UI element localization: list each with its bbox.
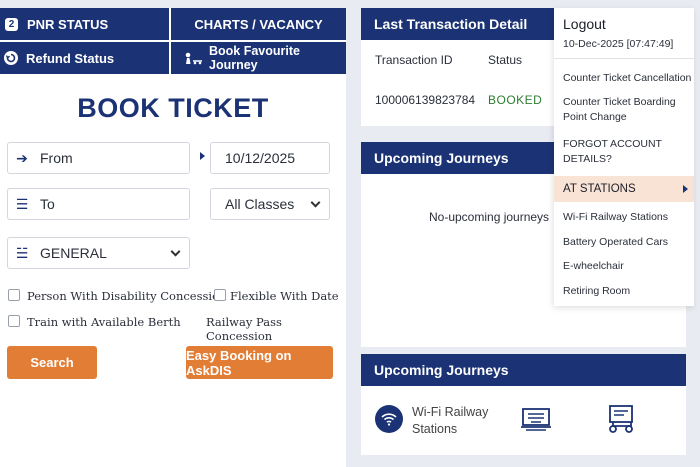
status-header: Status: [488, 53, 523, 67]
upcoming-journeys-services-header: Upcoming Journeys: [361, 354, 686, 386]
flexible-date-label: Flexible With Date: [230, 289, 339, 303]
chevron-down-icon: [310, 197, 321, 208]
menu-item-forgot-account-details[interactable]: FORGOT ACCOUNT DETAILS?: [563, 137, 693, 167]
quota-select-value: GENERAL: [40, 245, 107, 261]
no-upcoming-journeys-text: No-upcoming journeys: [429, 210, 550, 224]
refund-status-button[interactable]: Refund Status: [0, 42, 169, 74]
menu-item-counter-ticket-cancellation[interactable]: Counter Ticket Cancellation: [563, 71, 693, 86]
ticket-machine-icon[interactable]: [520, 406, 552, 437]
journey-date-input[interactable]: 10/12/2025: [210, 142, 330, 174]
list-icon: ☰: [15, 195, 29, 212]
book-favourite-journey-button[interactable]: Book Favourite Journey: [171, 42, 346, 74]
book-ticket-panel: 2 PNR STATUS CHARTS / VACANCY Refund Sta…: [0, 8, 346, 467]
from-station-input[interactable]: ➔ From: [7, 142, 190, 174]
charts-vacancy-label: CHARTS / VACANCY: [194, 16, 323, 32]
menu-item-battery-operated-cars[interactable]: Battery Operated Cars: [563, 235, 693, 250]
caret-right-icon: [200, 152, 205, 160]
battery-car-icon[interactable]: [605, 404, 637, 439]
quota-select[interactable]: ☱ GENERAL: [7, 237, 190, 269]
submenu-arrow-icon: [683, 185, 688, 193]
menu-item-retiring-room[interactable]: Retiring Room: [563, 284, 693, 299]
pnr-status-button[interactable]: 2 PNR STATUS: [0, 8, 169, 40]
last-transaction-card: Last Transaction Detail Transaction ID S…: [361, 8, 554, 126]
pnr-number-icon: 2: [5, 17, 18, 31]
menu-item-e-wheelchair[interactable]: E-wheelchair: [563, 259, 693, 274]
disability-concession-checkbox[interactable]: [8, 289, 20, 301]
class-select-value: All Classes: [225, 196, 295, 212]
pnr-status-label: PNR STATUS: [27, 16, 109, 32]
upcoming-journeys-header: Upcoming Journeys: [361, 142, 554, 174]
book-favourite-journey-label: Book Favourite Journey: [209, 44, 300, 72]
askdis-booking-button[interactable]: Easy Booking on AskDIS: [186, 346, 333, 379]
logout-link[interactable]: Logout: [563, 16, 606, 32]
arrow-right-icon: ➔: [16, 149, 28, 166]
class-select[interactable]: All Classes: [210, 188, 330, 220]
to-placeholder: To: [40, 196, 55, 212]
transaction-status-badge: BOOKED: [488, 93, 543, 107]
menu-item-boarding-point-change[interactable]: Counter Ticket Boarding Point Change: [563, 95, 693, 125]
flexible-date-checkbox[interactable]: [214, 289, 226, 301]
chevron-down-icon: [170, 246, 181, 257]
last-login-timestamp: 10-Dec-2025 [07:47:49]: [563, 38, 674, 50]
favourite-journey-icon: [184, 51, 206, 65]
menu-item-at-stations[interactable]: AT STATIONS: [554, 176, 694, 202]
disability-concession-label: Person With Disability Concession: [27, 289, 227, 303]
transaction-id-header: Transaction ID: [375, 53, 453, 67]
menu-item-wifi-railway-stations[interactable]: Wi-Fi Railway Stations: [563, 210, 693, 225]
quota-list-icon: ☱: [15, 244, 29, 261]
available-berth-label: Train with Available Berth: [27, 315, 181, 329]
to-station-input[interactable]: ☰ To: [7, 188, 190, 220]
railway-pass-concession-label[interactable]: Railway Pass Concession: [206, 315, 346, 343]
from-placeholder: From: [40, 150, 73, 166]
wifi-icon[interactable]: [375, 405, 403, 433]
upcoming-journeys-services-card: Upcoming Journeys Wi-Fi Railway Stations: [361, 354, 686, 455]
wifi-stations-label[interactable]: Wi-Fi Railway Stations: [412, 404, 492, 438]
book-ticket-title: BOOK TICKET: [77, 93, 269, 123]
last-transaction-header: Last Transaction Detail: [361, 8, 554, 40]
account-dropdown-menu: Logout 10-Dec-2025 [07:47:49] Counter Ti…: [554, 8, 694, 306]
search-button[interactable]: Search: [7, 346, 97, 379]
available-berth-checkbox[interactable]: [8, 315, 20, 327]
journey-date-value: 10/12/2025: [225, 150, 296, 166]
menu-divider: [554, 58, 694, 59]
transaction-id-value[interactable]: 100006139823784: [375, 93, 475, 107]
refund-icon: [4, 51, 18, 65]
at-stations-label: AT STATIONS: [563, 183, 636, 195]
refund-status-label: Refund Status: [26, 50, 115, 66]
charts-vacancy-button[interactable]: CHARTS / VACANCY: [171, 8, 346, 40]
